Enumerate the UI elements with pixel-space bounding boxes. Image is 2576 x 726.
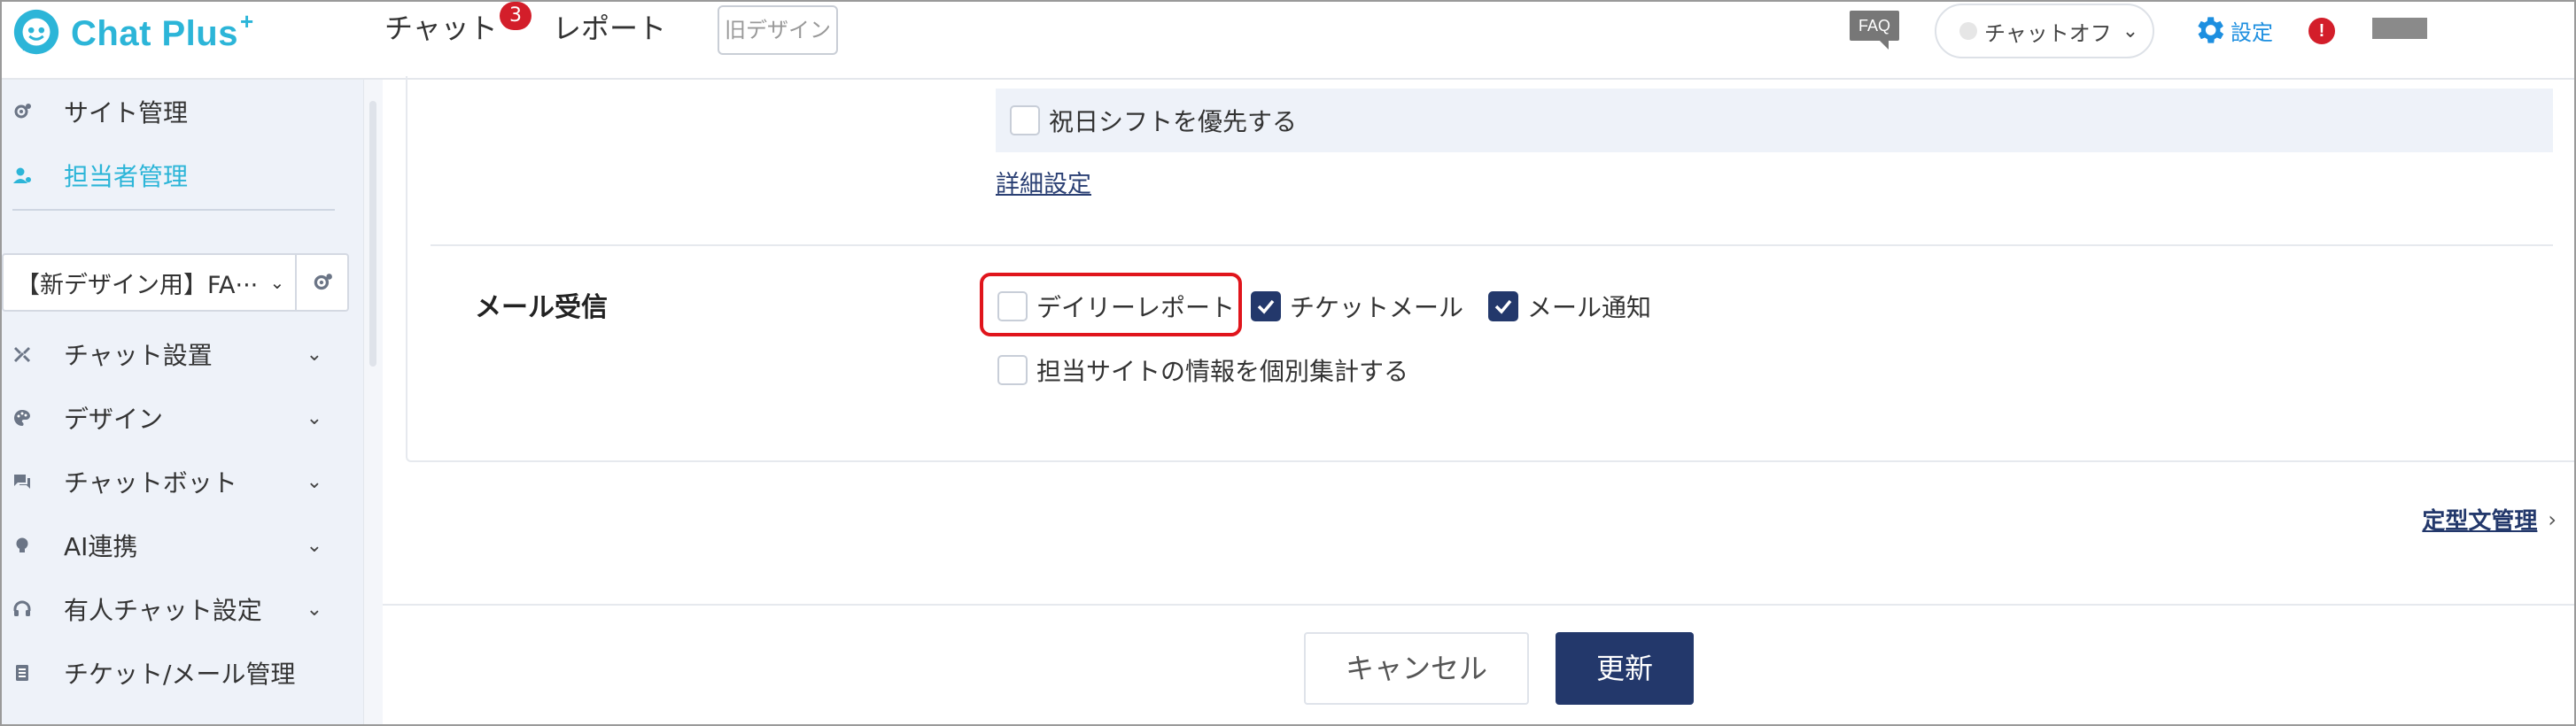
site-aggregate-option[interactable]: 担当サイトの情報を個別集計する <box>997 352 1408 388</box>
sidebar: サイト管理 担当者管理 【新デザイン用】FA··· ⌄ チャット設置 ⌄ デザイ… <box>2 80 363 724</box>
chat-status-label: チャットオフ <box>1984 20 2112 46</box>
chevron-down-icon: ⌄ <box>306 598 322 621</box>
document-icon <box>12 663 32 683</box>
chat-bubbles-icon <box>12 472 32 491</box>
logo-plus: + <box>239 7 254 35</box>
sidebar-item-live-chat[interactable]: 有人チャット設定 ⌄ <box>2 583 363 636</box>
mail-notify-label: メール通知 <box>1527 293 1652 322</box>
chevron-down-icon: ⌄ <box>306 343 322 366</box>
site-settings-gear-icon[interactable] <box>297 272 347 293</box>
cancel-button[interactable]: キャンセル <box>1304 632 1529 705</box>
tools-icon <box>12 344 32 364</box>
sidebar-item-site-admin[interactable]: サイト管理 <box>2 85 363 138</box>
sidebar-item-chatbot[interactable]: チャットボット ⌄ <box>2 455 363 508</box>
nav-chat[interactable]: チャット <box>384 9 498 48</box>
gear-user-icon <box>12 102 32 121</box>
sidebar-item-label: 担当者管理 <box>64 162 189 191</box>
holiday-shift-label: 祝日シフトを優先する <box>1049 107 1298 136</box>
sidebar-item-label: AI連携 <box>64 532 138 561</box>
chevron-right-icon: › <box>2548 506 2557 532</box>
mail-notify-option[interactable]: メール通知 <box>1488 289 1651 324</box>
template-link-label: 定型文管理 <box>2422 508 2538 535</box>
sidebar-item-ticket-mail[interactable]: チケット/メール管理 <box>2 646 363 699</box>
chat-count-badge: 3 <box>500 2 531 30</box>
person-icon <box>12 166 32 185</box>
logo-text: Chat Plus <box>71 13 238 53</box>
ticket-mail-option[interactable]: チケットメール <box>1251 289 1463 324</box>
sidebar-item-chat-setup[interactable]: チャット設置 ⌄ <box>2 328 363 381</box>
sidebar-item-label: チャット設置 <box>64 341 213 370</box>
headset-icon <box>12 599 32 619</box>
chat-status-toggle[interactable]: チャットオフ ⌄ <box>1935 4 2154 58</box>
highlight-annotation <box>980 273 1242 336</box>
site-select[interactable]: 【新デザイン用】FA··· ⌄ <box>2 253 349 312</box>
sidebar-scrollbar-thumb[interactable] <box>369 101 376 367</box>
settings-card: 祝日シフトを優先する 詳細設定 メール受信 デイリーレポート チケットメール メ… <box>406 76 2574 462</box>
checkmark-icon <box>1257 299 1275 314</box>
sidebar-scrollbar[interactable] <box>363 80 383 724</box>
sidebar-divider <box>12 209 335 211</box>
user-menu[interactable] <box>2372 18 2427 39</box>
site-aggregate-label: 担当サイトの情報を個別集計する <box>1036 357 1409 386</box>
sidebar-item-label: デザイン <box>64 405 164 434</box>
faq-bubble-tail <box>1880 41 1889 50</box>
sidebar-item-ai[interactable]: AI連携 ⌄ <box>2 519 363 572</box>
sidebar-item-design[interactable]: デザイン ⌄ <box>2 391 363 444</box>
update-button[interactable]: 更新 <box>1556 632 1694 705</box>
status-dot-icon <box>1959 22 1977 40</box>
sidebar-item-label: チャットボット <box>64 468 237 498</box>
palette-icon <box>12 408 32 428</box>
mail-notify-checkbox[interactable] <box>1488 291 1518 321</box>
site-select-value: 【新デザイン用】FA··· <box>16 271 259 299</box>
logo[interactable]: Chat Plus + <box>11 7 253 60</box>
faq-label: FAQ <box>1850 11 1899 41</box>
sidebar-item-label: チケット/メール管理 <box>64 660 296 689</box>
main-content: 祝日シフトを優先する 詳細設定 メール受信 デイリーレポート チケットメール メ… <box>383 76 2574 724</box>
nav-report[interactable]: レポート <box>553 9 666 48</box>
section-divider <box>431 244 2553 246</box>
chevron-down-icon: ⌄ <box>269 272 285 293</box>
faq-icon[interactable]: FAQ <box>1850 11 1899 50</box>
bulb-icon <box>12 536 32 555</box>
chevron-down-icon: ⌄ <box>2122 19 2139 42</box>
mail-receive-label: メール受信 <box>475 292 608 323</box>
ticket-mail-checkbox[interactable] <box>1251 291 1281 321</box>
sidebar-item-label: 有人チャット設定 <box>64 596 262 625</box>
chevron-down-icon: ⌄ <box>306 470 322 493</box>
chevron-down-icon: ⌄ <box>306 534 322 557</box>
holiday-shift-row: 祝日シフトを優先する <box>996 89 2553 152</box>
template-link[interactable]: 定型文管理 › <box>2422 503 2557 536</box>
chevron-down-icon: ⌄ <box>306 406 322 429</box>
top-header: Chat Plus + チャット 3 レポート 旧デザイン FAQ チャットオフ… <box>2 2 2574 80</box>
checkmark-icon <box>1494 299 1512 314</box>
app-window: Chat Plus + チャット 3 レポート 旧デザイン FAQ チャットオフ… <box>0 0 2576 726</box>
settings-link[interactable]: 設定 <box>2192 12 2273 48</box>
alert-icon[interactable]: ! <box>2308 18 2335 44</box>
sidebar-item-staff-admin[interactable]: 担当者管理 <box>2 149 363 202</box>
ticket-mail-label: チケットメール <box>1290 293 1464 322</box>
form-footer: キャンセル 更新 <box>383 604 2574 724</box>
settings-label: 設定 <box>2231 19 2273 45</box>
site-aggregate-checkbox[interactable] <box>997 355 1028 385</box>
old-design-button[interactable]: 旧デザイン <box>718 5 838 55</box>
sidebar-item-label: サイト管理 <box>64 98 189 127</box>
gear-icon <box>2198 17 2224 43</box>
holiday-shift-checkbox[interactable] <box>1010 105 1040 135</box>
detail-settings-link[interactable]: 詳細設定 <box>996 165 1091 199</box>
chat-plus-logo-icon <box>13 9 59 55</box>
